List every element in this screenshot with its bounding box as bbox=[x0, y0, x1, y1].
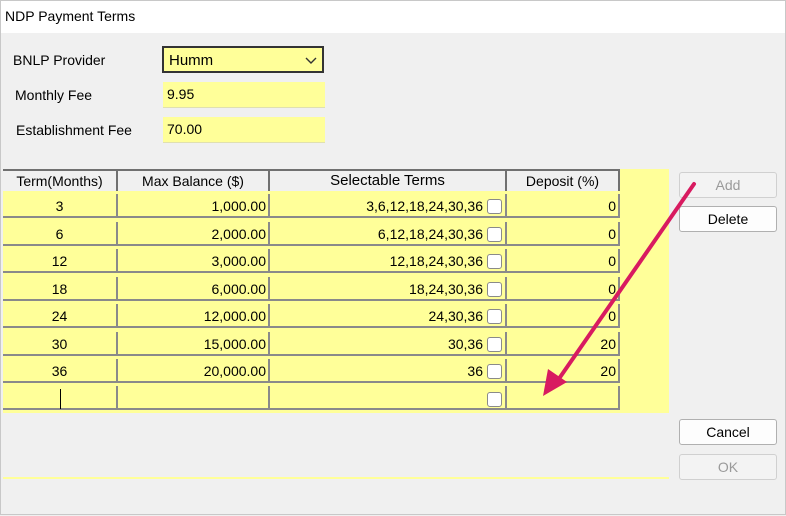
monthly-fee-label: Monthly Fee bbox=[15, 87, 93, 103]
new-row-checkbox[interactable] bbox=[487, 392, 502, 407]
cell-term[interactable]: 18 bbox=[3, 277, 118, 301]
cell-max-balance[interactable]: 6,000.00 bbox=[118, 277, 270, 301]
cell-selectable-terms[interactable]: 6,12,18,24,30,36 bbox=[270, 222, 507, 246]
column-header-max-balance[interactable]: Max Balance ($) bbox=[118, 169, 270, 191]
column-header-selectable-terms[interactable]: Selectable Terms bbox=[270, 169, 507, 191]
establishment-fee-field[interactable]: 70.00 bbox=[163, 117, 325, 143]
cell-term[interactable]: 30 bbox=[3, 332, 118, 356]
row-checkbox[interactable] bbox=[487, 282, 502, 297]
new-row-selectable-terms-cell[interactable] bbox=[270, 386, 507, 410]
cell-term[interactable]: 24 bbox=[3, 304, 118, 328]
cell-max-balance[interactable]: 1,000.00 bbox=[118, 194, 270, 218]
cell-deposit[interactable]: 0 bbox=[507, 304, 620, 328]
new-row-max-balance-cell[interactable] bbox=[118, 386, 270, 410]
grid-empty-area bbox=[3, 413, 669, 477]
cell-deposit[interactable]: 0 bbox=[507, 277, 620, 301]
row-checkbox[interactable] bbox=[487, 254, 502, 269]
add-button[interactable]: Add bbox=[679, 172, 777, 198]
cell-selectable-terms[interactable]: 12,18,24,30,36 bbox=[270, 249, 507, 273]
column-header-deposit[interactable]: Deposit (%) bbox=[507, 169, 620, 191]
payment-terms-window: NDP Payment Terms BNLP Provider Humm Mon… bbox=[0, 0, 786, 515]
cell-max-balance[interactable]: 3,000.00 bbox=[118, 249, 270, 273]
cell-deposit[interactable]: 0 bbox=[507, 194, 620, 218]
title-bar: NDP Payment Terms bbox=[1, 1, 785, 33]
new-row-deposit-cell[interactable] bbox=[507, 386, 620, 410]
cell-term[interactable]: 12 bbox=[3, 249, 118, 273]
provider-select[interactable]: Humm bbox=[162, 46, 324, 73]
cell-term[interactable]: 3 bbox=[3, 194, 118, 218]
chevron-down-icon[interactable] bbox=[304, 50, 318, 73]
row-checkbox[interactable] bbox=[487, 337, 502, 352]
cell-deposit[interactable]: 0 bbox=[507, 222, 620, 246]
cell-term[interactable]: 36 bbox=[3, 359, 118, 383]
cell-selectable-terms[interactable]: 30,36 bbox=[270, 332, 507, 356]
monthly-fee-field[interactable]: 9.95 bbox=[163, 82, 325, 108]
column-header-term[interactable]: Term(Months) bbox=[3, 169, 118, 191]
window-title: NDP Payment Terms bbox=[5, 8, 136, 24]
delete-button[interactable]: Delete bbox=[679, 206, 777, 232]
text-caret bbox=[60, 389, 61, 409]
row-checkbox[interactable] bbox=[487, 199, 502, 214]
provider-value: Humm bbox=[169, 52, 214, 69]
cell-selectable-terms[interactable]: 24,30,36 bbox=[270, 304, 507, 328]
cell-term[interactable]: 6 bbox=[3, 222, 118, 246]
monthly-fee-value: 9.95 bbox=[167, 86, 195, 102]
establishment-fee-label: Establishment Fee bbox=[16, 122, 132, 138]
cancel-button[interactable]: Cancel bbox=[679, 419, 777, 445]
cell-deposit[interactable]: 20 bbox=[507, 332, 620, 356]
cell-deposit[interactable]: 0 bbox=[507, 249, 620, 273]
row-checkbox[interactable] bbox=[487, 364, 502, 379]
cell-selectable-terms[interactable]: 36 bbox=[270, 359, 507, 383]
cell-selectable-terms[interactable]: 18,24,30,36 bbox=[270, 277, 507, 301]
cell-max-balance[interactable]: 2,000.00 bbox=[118, 222, 270, 246]
ok-button[interactable]: OK bbox=[679, 454, 777, 480]
cell-max-balance[interactable]: 12,000.00 bbox=[118, 304, 270, 328]
grid-bottom-edge bbox=[3, 477, 669, 479]
cell-max-balance[interactable]: 15,000.00 bbox=[118, 332, 270, 356]
establishment-fee-value: 70.00 bbox=[167, 121, 203, 137]
cell-deposit[interactable]: 20 bbox=[507, 359, 620, 383]
cell-max-balance[interactable]: 20,000.00 bbox=[118, 359, 270, 383]
provider-label: BNLP Provider bbox=[13, 52, 106, 68]
row-checkbox[interactable] bbox=[487, 309, 502, 324]
row-checkbox[interactable] bbox=[487, 227, 502, 242]
cell-selectable-terms[interactable]: 3,6,12,18,24,30,36 bbox=[270, 194, 507, 218]
